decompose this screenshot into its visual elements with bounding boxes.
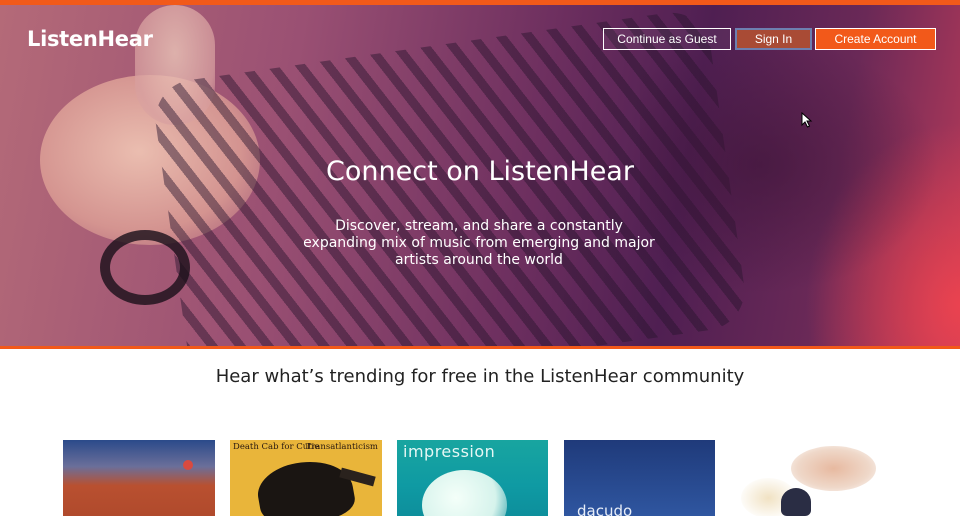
continue-as-guest-button[interactable]: Continue as Guest <box>603 28 731 50</box>
album-title-text: dacudo <box>577 502 633 516</box>
album-art-orb <box>422 470 507 516</box>
sign-in-button[interactable]: Sign In <box>735 28 812 50</box>
album-art-figure <box>781 488 811 516</box>
album-cover[interactable] <box>731 440 882 516</box>
album-cover[interactable]: Death Cab for Cutie Transatlanticism <box>230 440 382 516</box>
hero-subtitle: Discover, stream, and share a constantly… <box>303 218 655 268</box>
album-cover[interactable] <box>63 440 215 516</box>
album-art-bird <box>253 454 358 516</box>
album-art-cloud <box>791 446 876 491</box>
create-account-button[interactable]: Create Account <box>815 28 936 50</box>
hero-bottom-border <box>0 346 960 349</box>
album-cover[interactable]: dacudo <box>564 440 715 516</box>
trending-heading: Hear what’s trending for free in the Lis… <box>215 366 745 387</box>
album-cover[interactable]: impression <box>397 440 548 516</box>
hero-title: Connect on ListenHear <box>326 156 634 187</box>
mouse-pointer-icon <box>801 112 813 128</box>
album-title-text: impression <box>403 442 496 461</box>
album-art-detail <box>183 460 193 470</box>
app-logo[interactable]: ListenHear <box>27 27 153 51</box>
headphones-graphic <box>100 230 190 305</box>
album-title-text: Transatlanticism <box>305 442 378 452</box>
